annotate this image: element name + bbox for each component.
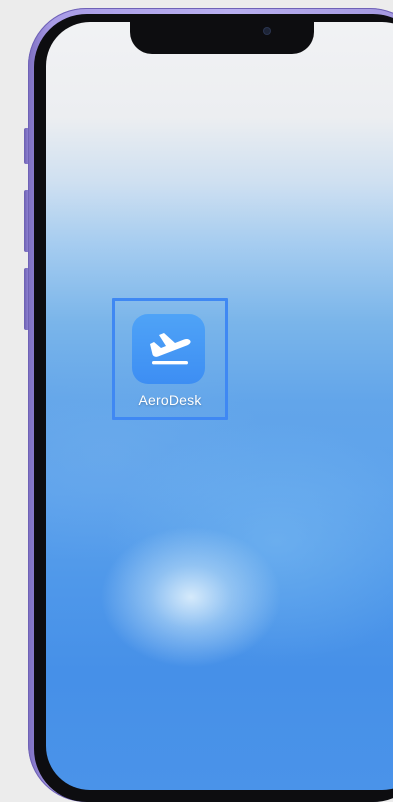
app-label: AeroDesk bbox=[138, 392, 202, 408]
home-screen: AeroDesk bbox=[46, 22, 393, 790]
airplane-takeoff-icon[interactable] bbox=[132, 314, 205, 384]
phone-mockup: AeroDesk bbox=[0, 0, 393, 802]
front-camera-icon bbox=[264, 28, 270, 34]
notch bbox=[130, 22, 314, 54]
app-aerodesk[interactable]: AeroDesk bbox=[112, 298, 228, 420]
